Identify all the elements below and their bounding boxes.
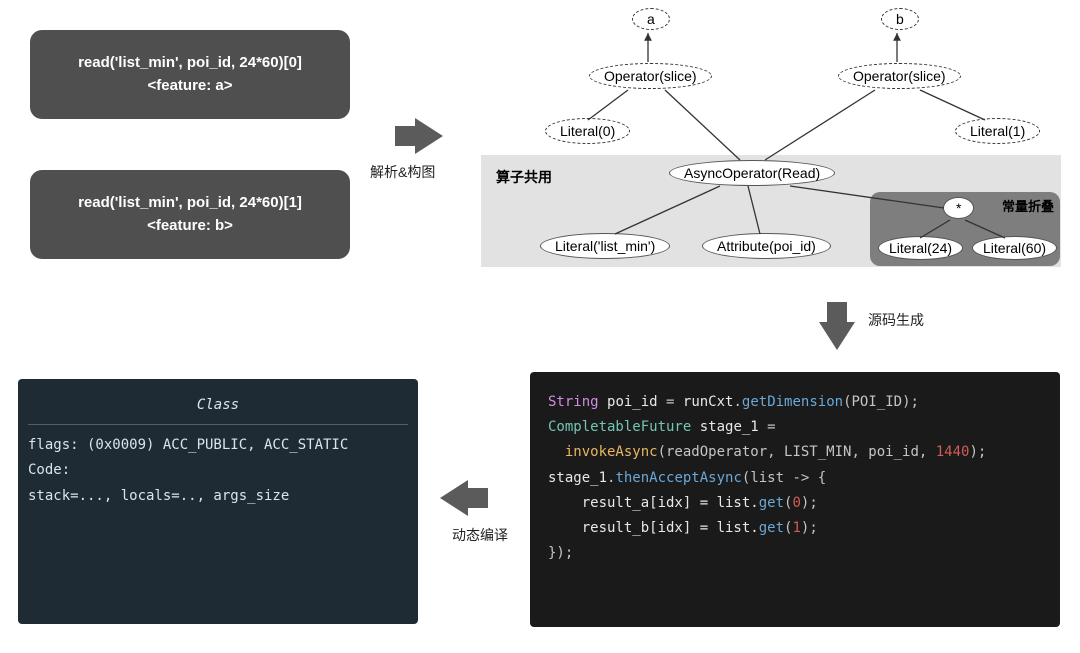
kw-string: String (548, 394, 599, 410)
arrow-compile (440, 480, 468, 516)
class-code: Class flags: (0x0009) ACC_PUBLIC, ACC_ST… (18, 379, 418, 624)
class-l1: flags: (0x0009) ACC_PUBLIC, ACC_STATIC (28, 433, 408, 458)
gencode-l6: result_b[idx] = list.get(1); (548, 516, 1042, 541)
gencode-l5: result_a[idx] = list.get(0); (548, 491, 1042, 516)
generated-code: String poi_id = runCxt.getDimension(POI_… (530, 372, 1060, 627)
class-l2: Code: (28, 458, 408, 483)
gencode-l1: String poi_id = runCxt.getDimension(POI_… (548, 390, 1042, 415)
class-title: Class (28, 393, 408, 425)
label-generate: 源码生成 (868, 310, 924, 330)
tree-edges (0, 0, 1080, 300)
gencode-l4: stage_1.thenAcceptAsync(list -> { (548, 466, 1042, 491)
class-l3: stack=..., locals=.., args_size (28, 484, 408, 509)
gencode-l2: CompletableFuture stage_1 = (548, 415, 1042, 440)
gencode-l7: }); (548, 541, 1042, 566)
gencode-l3: invokeAsync(readOperator, LIST_MIN, poi_… (548, 440, 1042, 465)
arrow-generate (819, 322, 855, 350)
label-compile: 动态编译 (452, 525, 508, 545)
